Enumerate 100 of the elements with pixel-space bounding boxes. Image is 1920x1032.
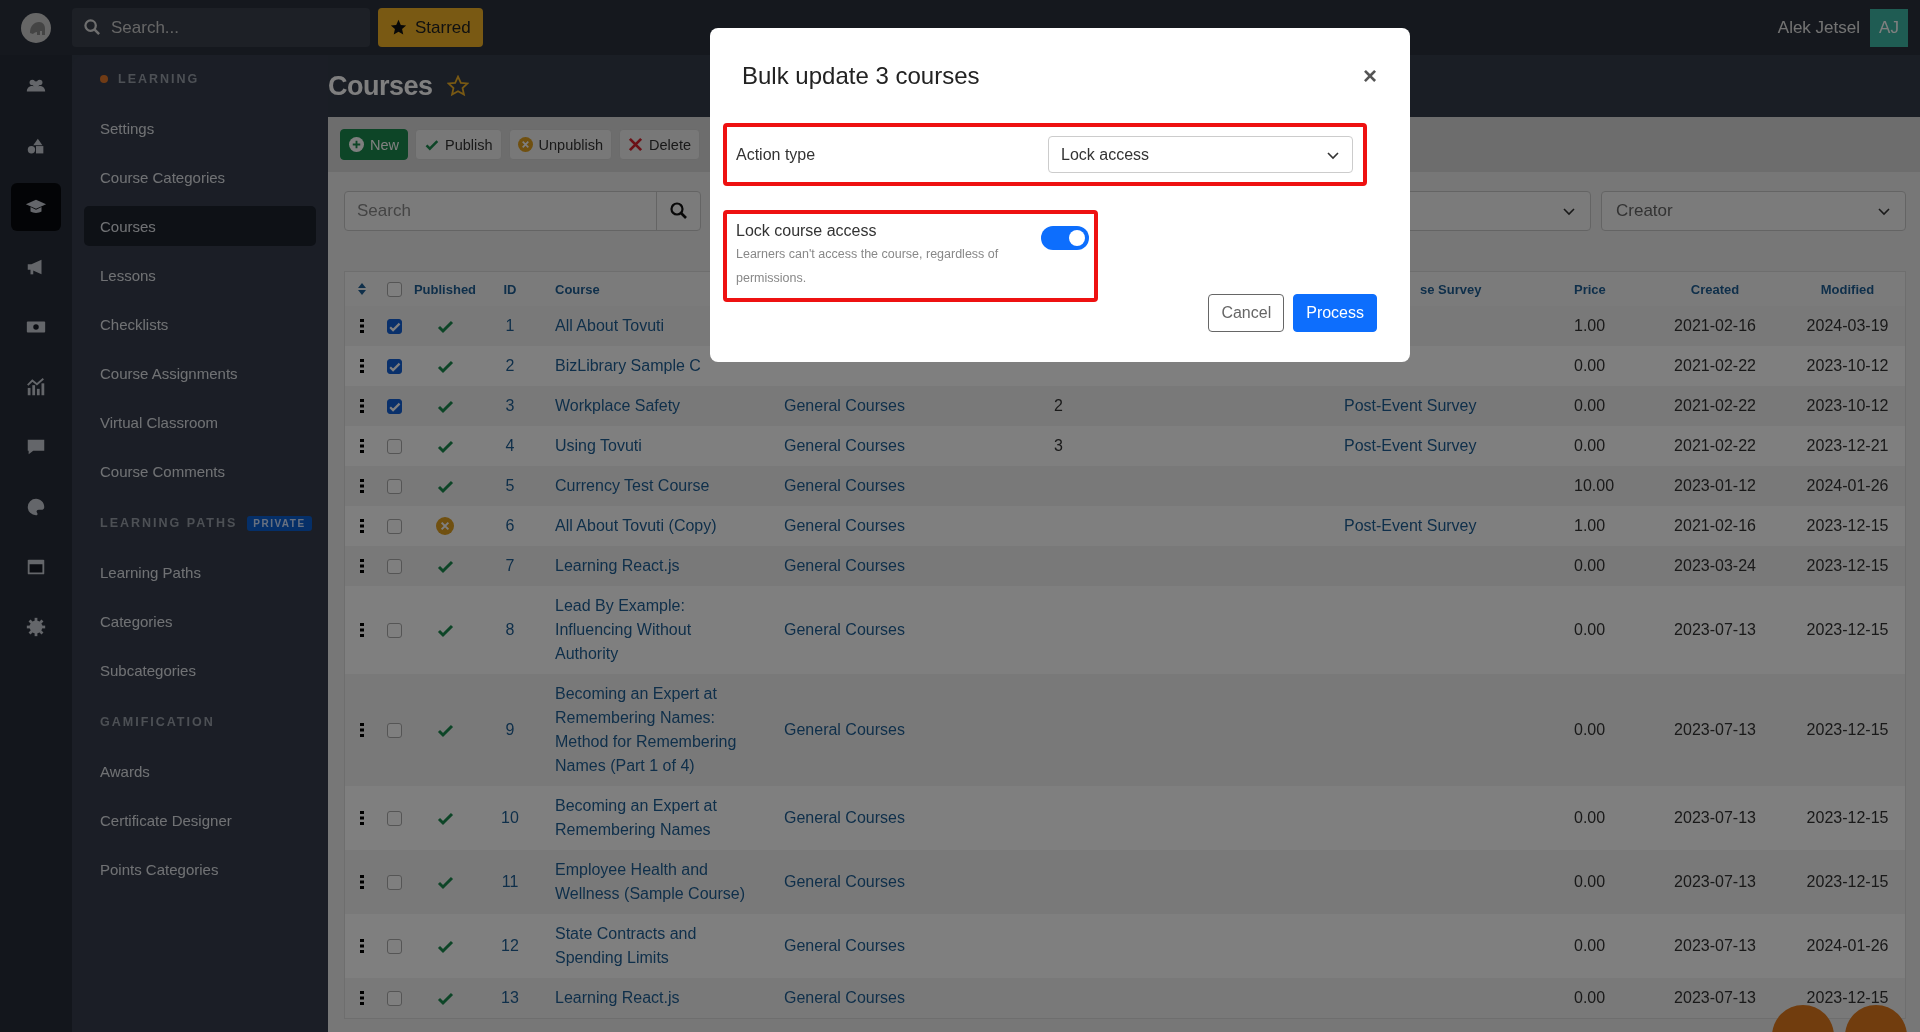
row-checkbox[interactable] — [386, 318, 402, 334]
course-link[interactable]: Currency Test Course — [540, 466, 770, 506]
course-link[interactable]: Using Tovuti — [540, 426, 770, 466]
select-all-checkbox[interactable] — [386, 281, 402, 297]
category-link[interactable]: General Courses — [770, 466, 1040, 506]
row-checkbox[interactable] — [386, 358, 402, 374]
table-cell-text: 2023-12-15 — [1805, 556, 1890, 576]
category-link[interactable]: General Courses — [770, 862, 1040, 902]
category-link[interactable]: General Courses — [770, 926, 1040, 966]
category-link[interactable]: General Courses — [770, 426, 1040, 466]
category-link[interactable]: General Courses — [770, 610, 1040, 650]
drag-handle-icon[interactable] — [359, 811, 364, 825]
sidebar-item[interactable]: Course Comments — [84, 451, 316, 491]
sidebar-item[interactable]: Course Categories — [84, 157, 316, 197]
user-avatar[interactable]: AJ — [1870, 8, 1908, 47]
sidebar-item[interactable]: Points Categories — [84, 849, 316, 889]
drag-handle-icon[interactable] — [359, 939, 364, 953]
row-checkbox[interactable] — [386, 438, 402, 454]
sort-icon[interactable] — [357, 283, 366, 295]
cancel-button[interactable]: Cancel — [1208, 294, 1285, 332]
starred-button[interactable]: Starred — [378, 8, 483, 47]
drag-handle-icon[interactable] — [359, 991, 364, 1005]
row-checkbox[interactable] — [386, 558, 402, 574]
sidebar-item[interactable]: Lessons — [84, 255, 316, 295]
category-link[interactable]: General Courses — [770, 386, 1040, 426]
column-header[interactable]: Published — [410, 281, 480, 297]
creator-dropdown[interactable]: Creator — [1601, 191, 1906, 231]
table-cell-text: 0.00 — [1573, 872, 1607, 892]
process-button[interactable]: Process — [1293, 294, 1377, 332]
drag-handle-icon[interactable] — [359, 399, 364, 413]
course-link[interactable]: Becoming an Expert at Remembering Names — [540, 786, 770, 850]
toolbar-button[interactable]: Publish — [415, 129, 502, 160]
sidebar-item[interactable]: Course Assignments — [84, 353, 316, 393]
row-checkbox[interactable] — [386, 722, 402, 738]
column-header[interactable]: ID — [480, 281, 540, 297]
row-checkbox[interactable] — [386, 938, 402, 954]
search-field[interactable]: Search... — [72, 8, 370, 47]
sidebar-item[interactable]: Courses — [84, 206, 316, 246]
category-link[interactable]: General Courses — [770, 506, 1040, 546]
course-link[interactable]: Becoming an Expert at Remembering Names: Method for Remembering Names (Part 1 of 4) — [540, 674, 770, 786]
lock-access-toggle[interactable] — [1041, 226, 1089, 250]
drag-handle-icon[interactable] — [359, 559, 364, 573]
sidebar-item[interactable]: Awards — [84, 751, 316, 791]
star-icon[interactable] — [446, 75, 469, 97]
course-link[interactable]: Learning React.js — [540, 546, 770, 586]
toolbar-button[interactable]: Delete — [619, 129, 700, 160]
sidebar-item[interactable]: Categories — [84, 601, 316, 641]
category-link[interactable]: General Courses — [770, 710, 1040, 750]
table-cell-text: 2023-12-21 — [1805, 436, 1890, 456]
search-icon — [669, 202, 688, 220]
course-link[interactable]: All About Tovuti (Copy) — [540, 506, 770, 546]
drag-handle-icon[interactable] — [359, 623, 364, 637]
category-link[interactable]: General Courses — [770, 798, 1040, 838]
survey-link[interactable]: Post-Event Survey — [1330, 506, 1560, 546]
row-checkbox[interactable] — [386, 518, 402, 534]
row-checkbox[interactable] — [386, 478, 402, 494]
sidebar-item[interactable]: Learning Paths — [84, 552, 316, 592]
sidebar-item[interactable]: Virtual Classroom — [84, 402, 316, 442]
table-cell-text: 0.00 — [1573, 988, 1607, 1008]
dialog-title: Bulk update 3 courses — [742, 62, 980, 90]
course-link[interactable]: Learning React.js — [540, 978, 770, 1018]
action-type-select[interactable]: Lock access — [1048, 136, 1353, 173]
cross-circle-icon — [517, 137, 533, 152]
drag-handle-icon[interactable] — [359, 479, 364, 493]
course-link[interactable]: Employee Health and Wellness (Sample Course) — [540, 850, 770, 914]
drag-handle-icon[interactable] — [359, 875, 364, 889]
graduation-cap-icon[interactable] — [11, 183, 61, 231]
row-checkbox[interactable] — [386, 810, 402, 826]
row-checkbox[interactable] — [386, 622, 402, 638]
column-header[interactable]: Created — [1640, 281, 1790, 297]
toggle-label: Lock course access — [736, 222, 878, 240]
survey-link[interactable]: Post-Event Survey — [1330, 386, 1560, 426]
sidebar-item[interactable]: Settings — [84, 108, 316, 148]
table-cell-text: 10 — [500, 808, 520, 828]
course-link[interactable]: State Contracts and Spending Limits — [540, 914, 770, 978]
course-link[interactable]: BizLibrary Sample C — [540, 346, 770, 386]
sidebar-item[interactable]: Subcategories — [84, 650, 316, 690]
sidebar-item[interactable]: Checklists — [84, 304, 316, 344]
category-link[interactable]: General Courses — [770, 978, 1040, 1018]
course-link[interactable]: Lead By Example: Influencing Without Authority — [540, 586, 770, 674]
table-cell-text: 0.00 — [1573, 936, 1607, 956]
category-link[interactable]: General Courses — [770, 546, 1040, 586]
row-checkbox[interactable] — [386, 874, 402, 890]
row-checkbox[interactable] — [386, 398, 402, 414]
table-cell-text: 0.00 — [1573, 556, 1607, 576]
close-button[interactable]: × — [1363, 62, 1377, 90]
drag-handle-icon[interactable] — [359, 723, 364, 737]
drag-handle-icon[interactable] — [359, 359, 364, 373]
row-checkbox[interactable] — [386, 990, 402, 1006]
column-header[interactable]: Modified — [1790, 281, 1905, 297]
drag-handle-icon[interactable] — [359, 439, 364, 453]
column-header[interactable]: Price — [1560, 281, 1640, 297]
toolbar-button[interactable]: Unpublish — [508, 129, 613, 160]
drag-handle-icon[interactable] — [359, 319, 364, 333]
drag-handle-icon[interactable] — [359, 519, 364, 533]
search-input[interactable]: Search... — [109, 16, 353, 39]
sidebar-item[interactable]: Certificate Designer — [84, 800, 316, 840]
toolbar-button[interactable]: New — [340, 129, 408, 160]
course-link[interactable]: Workplace Safety — [540, 386, 770, 426]
survey-link[interactable]: Post-Event Survey — [1330, 426, 1560, 466]
